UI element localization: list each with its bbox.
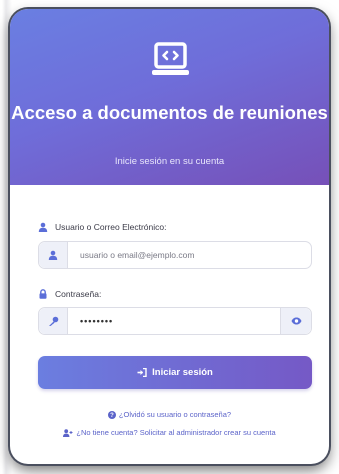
username-input[interactable]: usuario o email@ejemplo.com xyxy=(80,242,194,268)
user-plus-icon xyxy=(63,428,73,437)
toggle-password-button[interactable] xyxy=(280,308,311,334)
username-label-row: Usuario o Correo Electrónico: xyxy=(38,222,167,232)
question-circle-icon: ? xyxy=(107,410,116,419)
password-label: Contraseña: xyxy=(55,289,102,299)
password-label-row: Contraseña: xyxy=(38,289,101,299)
request-account-link[interactable]: ¿No tiene cuenta? Solicitar al administr… xyxy=(76,428,275,437)
login-form: Usuario o Correo Electrónico: usuario o … xyxy=(10,185,329,464)
password-input[interactable]: •••••••• xyxy=(80,308,113,334)
svg-text:?: ? xyxy=(110,413,114,419)
sign-in-icon xyxy=(137,368,147,377)
page-title: Acceso a documentos de reuniones xyxy=(11,102,328,123)
username-field[interactable]: usuario o email@ejemplo.com xyxy=(38,241,312,269)
user-icon xyxy=(38,222,48,232)
no-account-row: ¿No tiene cuenta? Solicitar al administr… xyxy=(10,428,329,437)
password-field[interactable]: •••••••• xyxy=(38,307,312,335)
page-subtitle: Inicie sesión en su cuenta xyxy=(114,156,225,167)
username-field-prefix xyxy=(39,242,68,268)
key-icon xyxy=(48,316,58,326)
username-label: Usuario o Correo Electrónico: xyxy=(55,222,167,232)
card-header: Acceso a documentos de reuniones Inicie … xyxy=(10,9,329,185)
lock-icon xyxy=(39,289,47,299)
forgot-password-link[interactable]: ¿Olvidó su usuario o contraseña? xyxy=(119,410,231,419)
laptop-code-icon xyxy=(152,42,189,75)
forgot-row: ? ¿Olvidó su usuario o contraseña? xyxy=(10,410,329,419)
password-field-prefix xyxy=(39,308,68,334)
sign-in-button[interactable]: Iniciar sesión xyxy=(38,356,312,389)
user-icon xyxy=(48,250,58,260)
eye-icon xyxy=(291,317,301,325)
login-card: Acceso a documentos de reuniones Inicie … xyxy=(10,9,329,464)
sign-in-label: Iniciar sesión xyxy=(152,367,213,378)
